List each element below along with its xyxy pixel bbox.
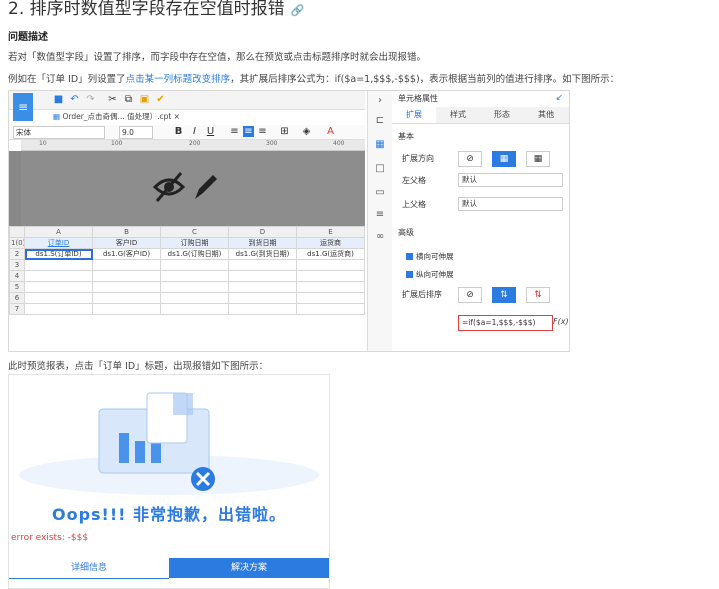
align-center-icon[interactable]: ≡: [243, 126, 254, 137]
col-header[interactable]: B: [92, 226, 161, 238]
section-basic[interactable]: 基本: [398, 131, 414, 142]
col-header[interactable]: D: [228, 226, 297, 238]
error-screenshot: Oops!!! 非常抱歉，出错啦。 error exists: -$$$ 详细信…: [8, 374, 330, 589]
horizontal-extendable-checkbox[interactable]: 横向可伸展: [406, 251, 454, 262]
sort-none-button[interactable]: ⊘: [458, 287, 482, 303]
font-select[interactable]: 宋体: [13, 126, 105, 139]
designer-logo: ≡: [13, 93, 33, 121]
format-toolbar: 宋体 9.0 B I U ≡ ≡ ≡ ⊞ ◈ A: [9, 125, 365, 140]
col-header[interactable]: A: [24, 226, 93, 238]
cell-property-panel: 单元格属性 ↙ 扩展 样式 形态 其他 基本 扩展方向 ⊘ ▦ ▦ 左父格 默认…: [392, 91, 569, 351]
heading-text: 2. 排序时数值型字段存在空值时报错: [8, 0, 285, 19]
fill-color-icon[interactable]: ◈: [301, 126, 312, 137]
eye-slash-icon: [152, 172, 186, 202]
ruler: 10 100 200 300 400: [21, 140, 365, 151]
undo-icon[interactable]: ↶: [69, 94, 80, 105]
link-icon[interactable]: 🔗: [291, 4, 305, 17]
tab-solution[interactable]: 解决方案: [169, 558, 329, 578]
paste-icon[interactable]: ▣: [139, 94, 150, 105]
left-parent-select[interactable]: 默认: [458, 173, 563, 187]
paragraph-3: 此时预览报表，点击「订单 ID」标题，出现报错如下图所示：: [8, 361, 269, 372]
cell-data-order-id[interactable]: ds1.S(订单ID): [24, 248, 93, 260]
hyperlink-icon[interactable]: ∞: [374, 231, 386, 243]
col-header[interactable]: E: [296, 226, 365, 238]
expand-vertical-button[interactable]: ▦: [492, 151, 516, 167]
expand-none-button[interactable]: ⊘: [458, 151, 482, 167]
error-title: Oops!!! 非常抱歉，出错啦。: [51, 505, 287, 524]
error-illustration: [9, 375, 329, 495]
cell-attribute-icon[interactable]: ▦: [374, 139, 386, 151]
cell-data[interactable]: ds1.G(客户ID): [92, 248, 161, 260]
close-tab-icon[interactable]: ×: [171, 112, 180, 121]
file-tab[interactable]: ▦ Order_点击奇偶... 值处理）.cpt ×: [53, 110, 253, 123]
section-heading: 2. 排序时数值型字段存在空值时报错 🔗: [8, 0, 304, 19]
designer-screenshot: ■ ↶ ↷ ✂ ⧉ ▣ ✔ ≡ ▦ Order_点击奇偶... 值处理）.cpt…: [8, 90, 570, 352]
border-icon[interactable]: ⊞: [279, 126, 290, 137]
row-number[interactable]: 1(0): [9, 237, 25, 249]
sort-descending-button[interactable]: ⇅: [526, 287, 550, 303]
spreadsheet-grid: A B C D E 1(0) 订单ID 客户ID 订购日期 到货日期 运货商 2…: [9, 226, 365, 315]
error-tabs: 详细信息 解决方案: [9, 558, 329, 579]
cut-icon[interactable]: ✂: [107, 94, 118, 105]
tab-details[interactable]: 详细信息: [9, 558, 169, 579]
save-icon[interactable]: ■: [53, 94, 64, 105]
row-number[interactable]: 2: [9, 248, 25, 260]
tab-other[interactable]: 其他: [524, 107, 568, 123]
expand-horizontal-button[interactable]: ▦: [526, 151, 550, 167]
font-color-icon[interactable]: A: [325, 126, 336, 137]
copy-icon[interactable]: ⧉: [123, 94, 134, 105]
designer-toolbar: ■ ↶ ↷ ✂ ⧉ ▣ ✔: [9, 91, 365, 110]
redo-icon[interactable]: ↷: [85, 94, 96, 105]
col-header[interactable]: C: [160, 226, 229, 238]
paragraph-1: 若对「数值型字段」设置了排序，而字段中存在空值，那么在预览或点击标题排序时就会出…: [8, 52, 427, 63]
hide-and-edit-icons: [152, 172, 217, 202]
float-element-icon[interactable]: □: [374, 163, 386, 175]
underline-icon[interactable]: U: [205, 126, 216, 137]
bold-icon[interactable]: B: [173, 126, 184, 137]
paragraph-2: 例如在「订单 ID」列设置了点击某一列标题改变排序，其扩展后排序公式为：if($…: [8, 74, 620, 85]
sort-ascending-button[interactable]: ⇅: [492, 287, 516, 303]
top-parent-select[interactable]: 默认: [458, 197, 563, 211]
formula-editor-button[interactable]: F(x): [553, 317, 569, 326]
cell-data[interactable]: ds1.G(运货商): [296, 248, 365, 260]
widget-icon[interactable]: ▭: [374, 187, 386, 199]
cell-header[interactable]: 到货日期: [228, 237, 297, 249]
cell-element-icon[interactable]: ⊏: [374, 115, 386, 127]
tab-style[interactable]: 样式: [436, 107, 480, 123]
cell-data[interactable]: ds1.G(到货日期): [228, 248, 297, 260]
panel-tabs: 扩展 样式 形态 其他: [392, 107, 569, 124]
format-brush-icon[interactable]: ✔: [155, 94, 166, 105]
side-icon-bar: › ⊏ ▦ □ ▭ ≡ ∞: [367, 91, 393, 351]
cell-header[interactable]: 客户ID: [92, 237, 161, 249]
tab-expand[interactable]: 扩展: [392, 107, 436, 123]
condition-attribute-icon[interactable]: ≡: [374, 209, 386, 221]
expand-icon[interactable]: ↙: [555, 93, 563, 103]
error-message: error exists: -$$$: [11, 533, 89, 543]
panel-title: 单元格属性: [398, 94, 438, 103]
chevron-right-icon[interactable]: ›: [374, 95, 386, 107]
align-right-icon[interactable]: ≡: [257, 126, 268, 137]
cell-header[interactable]: 订购日期: [160, 237, 229, 249]
vertical-extendable-checkbox[interactable]: 纵向可伸展: [406, 269, 454, 280]
font-size-select[interactable]: 9.0: [119, 126, 153, 139]
cell-header[interactable]: 运货商: [296, 237, 365, 249]
align-left-icon[interactable]: ≡: [229, 126, 240, 137]
problem-title: 问题描述: [8, 32, 48, 43]
tab-form[interactable]: 形态: [480, 107, 524, 123]
section-advanced[interactable]: 高级: [398, 227, 414, 238]
cell-data[interactable]: ds1.G(订购日期): [160, 248, 229, 260]
pencil-icon: [195, 175, 217, 199]
sort-doc-link[interactable]: 点击某一列标题改变排序: [126, 74, 231, 85]
cell-header-order-id[interactable]: 订单ID: [24, 237, 93, 249]
italic-icon[interactable]: I: [189, 126, 200, 137]
sort-formula-field[interactable]: =if($a=1,$$$,-$$$): [458, 315, 553, 331]
